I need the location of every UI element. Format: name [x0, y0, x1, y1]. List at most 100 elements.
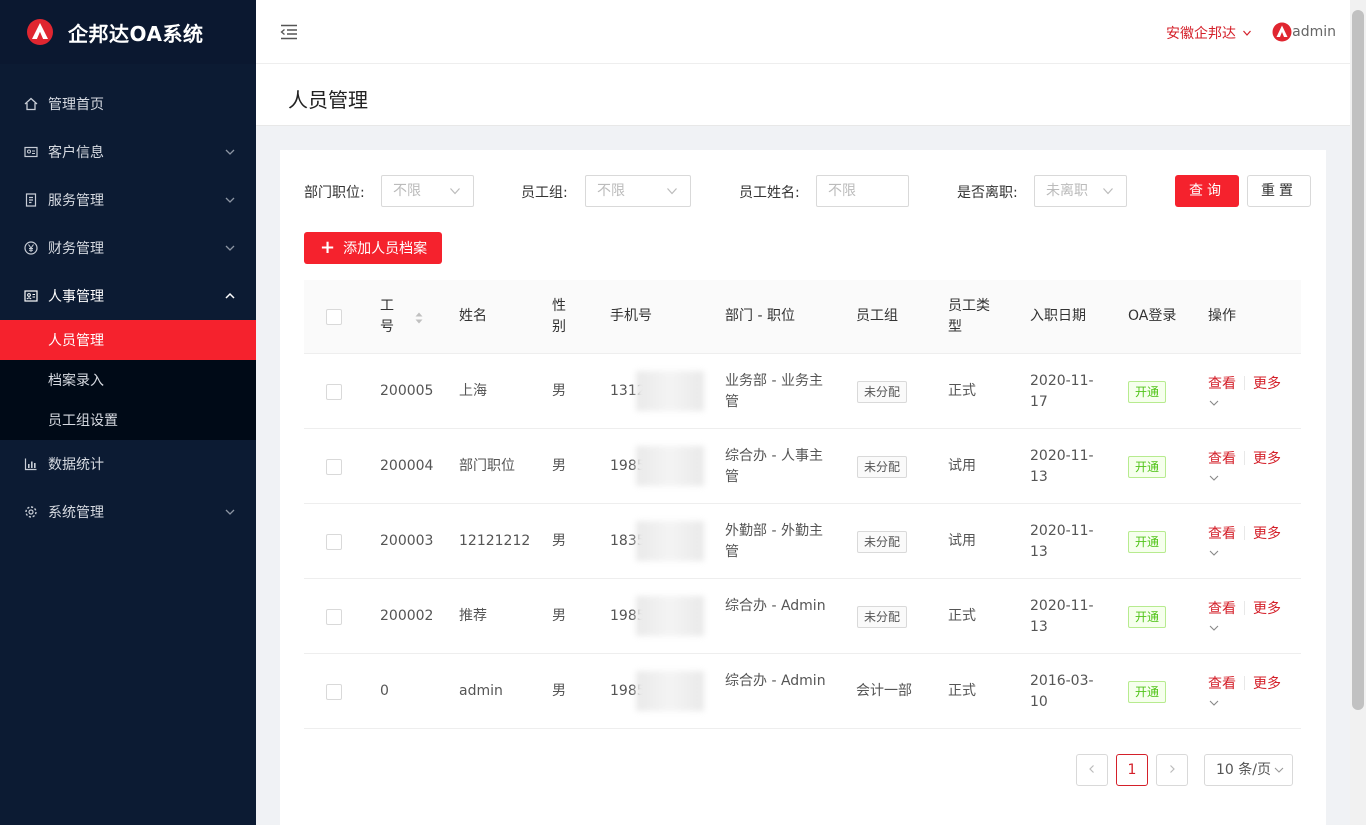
next-page-button[interactable]	[1156, 754, 1188, 786]
yen-icon	[24, 241, 38, 255]
phone-redaction	[636, 371, 704, 411]
group-tag: 未分配	[857, 381, 908, 403]
view-link[interactable]: 查看	[1208, 598, 1236, 618]
app-title: 企邦达OA系统	[68, 21, 204, 46]
cell-name: 12121212	[459, 533, 531, 549]
view-link[interactable]: 查看	[1208, 523, 1236, 543]
more-link[interactable]: 更多	[1253, 448, 1281, 468]
cell-name: 推荐	[459, 608, 487, 624]
reset-button[interactable]: 重置	[1247, 175, 1311, 207]
select-all-checkbox[interactable]	[326, 309, 342, 325]
sidebar-item-customers[interactable]: 客户信息	[0, 128, 256, 176]
sidebar-item-services[interactable]: 服务管理	[0, 176, 256, 224]
resigned-filter-select[interactable]: 未离职	[1034, 175, 1127, 207]
chevron-down-icon[interactable]	[1209, 699, 1219, 707]
prev-page-button[interactable]	[1076, 754, 1108, 786]
more-link[interactable]: 更多	[1253, 373, 1281, 393]
sidebar-item-finance[interactable]: 财务管理	[0, 224, 256, 272]
menu-fold-icon[interactable]	[280, 24, 298, 40]
chevron-down-icon	[225, 197, 235, 203]
avatar[interactable]	[1272, 22, 1292, 42]
cell-type: 试用	[948, 533, 976, 549]
group-tag: 未分配	[857, 456, 908, 478]
row-checkbox[interactable]	[326, 684, 342, 700]
select-value: 不限	[393, 183, 421, 199]
plus-icon: +	[320, 237, 336, 258]
col-header-date: 入职日期	[1030, 308, 1086, 324]
more-link[interactable]: 更多	[1253, 598, 1281, 618]
cell-gender: 男	[552, 608, 566, 624]
chevron-down-icon[interactable]	[1209, 549, 1219, 557]
view-link[interactable]: 查看	[1208, 373, 1236, 393]
cell-id: 200004	[380, 458, 434, 474]
name-filter-label: 员工姓名:	[739, 185, 800, 201]
name-filter-input[interactable]: 不限	[816, 175, 909, 207]
sidebar-item-group-settings[interactable]: 员工组设置	[0, 400, 256, 440]
company-switcher[interactable]: 安徽企邦达	[1166, 23, 1252, 43]
chevron-down-icon	[225, 245, 235, 251]
dept-filter-select[interactable]: 不限	[381, 175, 474, 207]
add-staff-button[interactable]: + 添加人员档案	[304, 232, 442, 264]
cell-id: 200002	[380, 608, 434, 624]
sidebar-item-home[interactable]: 管理首页	[0, 80, 256, 128]
sidebar-item-label: 财务管理	[48, 241, 104, 257]
cell-gender: 男	[552, 383, 566, 399]
scrollbar[interactable]	[1350, 0, 1366, 825]
query-button[interactable]: 查询	[1175, 175, 1239, 207]
page-title: 人员管理	[288, 88, 368, 112]
cell-dept: 外勤部 - 外勤主管	[725, 523, 823, 560]
cell-name: admin	[459, 683, 503, 699]
row-checkbox[interactable]	[326, 459, 342, 475]
divider	[1244, 676, 1245, 690]
divider	[1244, 376, 1245, 390]
row-checkbox[interactable]	[326, 534, 342, 550]
more-link[interactable]: 更多	[1253, 523, 1281, 543]
cell-date: 2016-03- 10	[1030, 673, 1094, 710]
scrollbar-thumb[interactable]	[1352, 10, 1364, 710]
col-header-type: 员工类型	[948, 298, 990, 335]
chevron-down-icon	[1243, 30, 1251, 36]
col-header-group: 员工组	[856, 308, 898, 324]
sidebar-item-system[interactable]: 系统管理	[0, 488, 256, 536]
group-filter-select[interactable]: 不限	[585, 175, 691, 207]
divider	[1244, 526, 1245, 540]
user-name[interactable]: admin	[1292, 24, 1336, 40]
view-link[interactable]: 查看	[1208, 673, 1236, 693]
view-link[interactable]: 查看	[1208, 448, 1236, 468]
cell-id: 200005	[380, 383, 434, 399]
cell-dept: 综合办 - Admin	[725, 598, 826, 614]
cell-date: 2020-11- 17	[1030, 373, 1094, 410]
cell-type: 正式	[948, 383, 976, 399]
sidebar-item-staff[interactable]: 人员管理	[0, 320, 256, 360]
chevron-down-icon[interactable]	[1209, 399, 1219, 407]
sidebar-item-label: 人事管理	[48, 289, 104, 305]
cell-gender: 男	[552, 683, 566, 699]
col-header-id[interactable]: 工号	[380, 296, 394, 338]
sidebar-item-statistics[interactable]: 数据统计	[0, 440, 256, 488]
logo-icon	[27, 19, 53, 45]
id-card-icon	[24, 146, 38, 158]
page-button-current[interactable]: 1	[1116, 754, 1148, 786]
group-filter-label: 员工组:	[521, 185, 568, 201]
cell-name: 部门职位	[459, 458, 515, 474]
sidebar-item-label: 客户信息	[48, 145, 104, 161]
row-checkbox[interactable]	[326, 384, 342, 400]
cell-name: 上海	[459, 383, 487, 399]
sidebar-item-hr[interactable]: 人事管理	[0, 272, 256, 320]
page-size-select[interactable]: 10 条/页	[1204, 754, 1293, 786]
sidebar-item-archive-entry[interactable]: 档案录入	[0, 360, 256, 400]
col-header-gender: 性别	[552, 298, 566, 335]
gear-icon	[25, 506, 37, 518]
document-icon	[25, 193, 37, 207]
chevron-down-icon[interactable]	[1209, 624, 1219, 632]
sidebar-item-label: 员工组设置	[48, 413, 118, 429]
more-link[interactable]: 更多	[1253, 673, 1281, 693]
cell-dept: 综合办 - 人事主管	[725, 448, 823, 485]
sort-icon[interactable]	[414, 311, 424, 325]
cell-dept: 业务部 - 业务主管	[725, 373, 823, 410]
profile-icon	[24, 290, 38, 302]
chevron-down-icon[interactable]	[1209, 474, 1219, 482]
row-checkbox[interactable]	[326, 609, 342, 625]
sidebar-item-label: 档案录入	[48, 373, 104, 389]
sidebar-item-label: 服务管理	[48, 193, 104, 209]
